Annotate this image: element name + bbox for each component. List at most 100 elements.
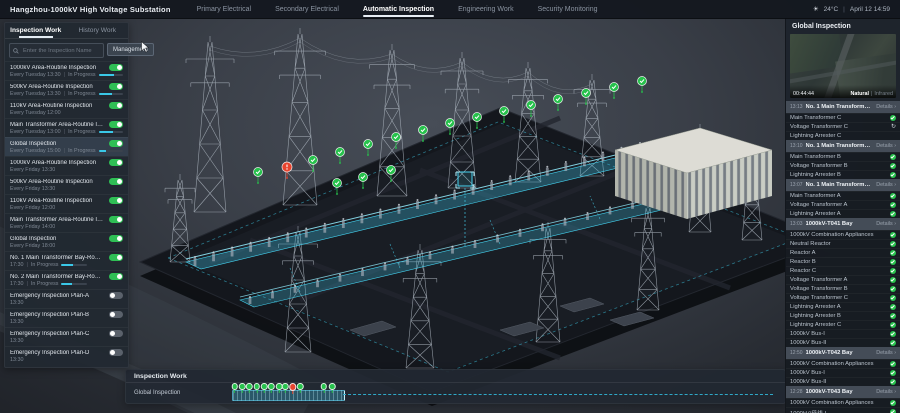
ok-marker[interactable] xyxy=(609,82,619,100)
inspection-enable-toggle[interactable] xyxy=(109,311,123,318)
nav-item-automatic-inspection[interactable]: Automatic Inspection xyxy=(362,0,435,18)
inspection-enable-toggle[interactable] xyxy=(109,140,123,147)
device-row[interactable]: Main Transformer A xyxy=(786,191,900,200)
inspection-list-item[interactable]: Emergency Inspection Plan-D 13:30 xyxy=(5,346,128,365)
device-row[interactable]: 1000kV Combination Appliances xyxy=(786,398,900,407)
device-row[interactable]: Lightning Arrester B xyxy=(786,170,900,179)
video-mode-toggle[interactable]: Natural | Infrared xyxy=(850,91,893,97)
ok-marker[interactable] xyxy=(637,76,647,94)
inspection-video-thumbnail[interactable]: 00:44:44 Natural | Infrared xyxy=(790,34,896,98)
inspection-list-item[interactable]: Global Inspection Every Friday 18:00 xyxy=(5,232,128,251)
device-row[interactable]: 1000kV Bus-II xyxy=(786,377,900,386)
device-row[interactable]: 1000kV Bus-II xyxy=(786,338,900,347)
device-row[interactable]: 1000kV/母线-I xyxy=(786,407,900,413)
device-row[interactable]: Voltage Transformer B xyxy=(786,284,900,293)
timeline-ok-pin[interactable] xyxy=(281,383,289,393)
ok-marker[interactable] xyxy=(363,139,373,157)
inspection-enable-toggle[interactable] xyxy=(109,178,123,185)
inspection-enable-toggle[interactable] xyxy=(109,83,123,90)
inspection-enable-toggle[interactable] xyxy=(109,254,123,261)
inspection-list-item[interactable]: Main Transformer Area-Routine Inspection… xyxy=(5,118,128,137)
timeline-ok-pin[interactable] xyxy=(239,383,246,393)
inspection-list-item[interactable]: 500kV Area-Routine Inspection Every Frida… xyxy=(5,175,128,194)
timeline-ok-pin[interactable] xyxy=(268,383,275,393)
device-row[interactable]: Main Transformer C xyxy=(786,113,900,122)
inspection-list-item[interactable]: Global Inspection Every Tuesday 15:00 | In … xyxy=(5,137,128,156)
inspection-list-item[interactable]: No. 2 Main Transformer Bay-Routine Inspe… xyxy=(5,270,128,289)
device-row[interactable]: 1000kV Bus-I xyxy=(786,368,900,377)
nav-item-secondary-electrical[interactable]: Secondary Electrical xyxy=(275,0,339,18)
group-details-link[interactable]: Details › xyxy=(876,221,896,227)
inspection-enable-toggle[interactable] xyxy=(109,216,123,223)
device-row[interactable]: Main Transformer B xyxy=(786,152,900,161)
inspection-enable-toggle[interactable] xyxy=(109,235,123,242)
inspection-list-item[interactable]: Main Transformer Area-Routine Inspection… xyxy=(5,213,128,232)
group-details-link[interactable]: Details › xyxy=(876,182,896,188)
inspection-enable-toggle[interactable] xyxy=(109,292,123,299)
timeline-ok-pin[interactable] xyxy=(296,383,304,393)
device-row[interactable]: Voltage Transformer C xyxy=(786,293,900,302)
device-row[interactable]: 1000kV Bus-I xyxy=(786,329,900,338)
inspection-enable-toggle[interactable] xyxy=(109,64,123,71)
group-details-link[interactable]: Details › xyxy=(876,350,896,356)
group-details-link[interactable]: Details › xyxy=(876,143,896,149)
ok-marker[interactable] xyxy=(253,167,263,185)
device-row[interactable]: Reactor A xyxy=(786,248,900,257)
device-row[interactable]: Reactor C xyxy=(786,266,900,275)
timeline-track[interactable] xyxy=(231,383,773,402)
device-row[interactable]: Voltage Transformer B xyxy=(786,161,900,170)
nav-item-security-monitoring[interactable]: Security Monitoring xyxy=(538,0,598,18)
tab-inspection-work[interactable]: Inspection Work xyxy=(5,23,67,38)
device-row[interactable]: Lightning Arrester A xyxy=(786,209,900,218)
inspection-list-item[interactable]: 1000kV Area-Routine Inspection Every Tues… xyxy=(5,61,128,80)
device-row[interactable]: Voltage Transformer A xyxy=(786,275,900,284)
device-row[interactable]: Reactor B xyxy=(786,257,900,266)
device-row[interactable]: 1000kV Combination Appliances xyxy=(786,230,900,239)
inspection-list-item[interactable]: No. 1 Main Transformer Bay-Routine Inspe… xyxy=(5,251,128,270)
timeline-ok-pin[interactable] xyxy=(253,383,261,393)
inspection-enable-toggle[interactable] xyxy=(109,102,123,109)
timeline-ok-pin[interactable] xyxy=(328,383,336,393)
ok-marker[interactable] xyxy=(308,155,318,173)
ok-marker[interactable] xyxy=(335,147,345,165)
device-row[interactable]: Lightning Arrester B xyxy=(786,311,900,320)
inspection-enable-toggle[interactable] xyxy=(109,197,123,204)
alert-marker[interactable] xyxy=(281,161,293,179)
inspection-list-item[interactable]: 110kV Area-Routine Inspection Every Tuesd… xyxy=(5,99,128,118)
inspection-enable-toggle[interactable] xyxy=(109,330,123,337)
inspection-list-item[interactable]: Emergency Inspection Plan-C 13:30 xyxy=(5,327,128,346)
device-row[interactable]: 1000kV Combination Appliances xyxy=(786,359,900,368)
nav-item-engineering-work[interactable]: Engineering Work xyxy=(458,0,514,18)
device-row[interactable]: Lightning Arrester C xyxy=(786,320,900,329)
inspection-enable-toggle[interactable] xyxy=(109,159,123,166)
inspection-list-item[interactable]: 1000kV Area-Routine Inspection Every Frid… xyxy=(5,156,128,175)
tab-history-work[interactable]: History Work xyxy=(67,23,129,38)
inspection-enable-toggle[interactable] xyxy=(109,121,123,128)
management-button[interactable]: Management xyxy=(107,43,155,56)
timeline-ok-pin[interactable] xyxy=(231,383,238,393)
timeline-ok-pin[interactable] xyxy=(261,383,268,393)
device-row[interactable]: Voltage Transformer A xyxy=(786,200,900,209)
device-row[interactable]: Neutral Reactor xyxy=(786,239,900,248)
substation-3d-scene[interactable] xyxy=(0,0,900,413)
nav-item-primary-electrical[interactable]: Primary Electrical xyxy=(197,0,251,18)
ok-marker[interactable] xyxy=(553,94,563,112)
inspection-list-item[interactable]: 110kV Area-Routine Inspection Every Frida… xyxy=(5,194,128,213)
group-details-link[interactable]: Details › xyxy=(876,389,896,395)
device-row[interactable]: Voltage Transformer C ↻ xyxy=(786,122,900,131)
inspection-list-item[interactable]: Emergency Inspection Plan-A 13:30 xyxy=(5,289,128,308)
device-row[interactable]: Lightning Arrester A xyxy=(786,302,900,311)
search-box[interactable] xyxy=(9,43,104,58)
inspection-list-item[interactable]: Emergency Inspection Plan-B 13:30 xyxy=(5,308,128,327)
search-input[interactable] xyxy=(21,46,100,55)
timeline-alert-pin[interactable] xyxy=(288,383,297,394)
inspection-enable-toggle[interactable] xyxy=(109,349,123,356)
timeline-ok-pin[interactable] xyxy=(246,383,253,393)
mode-infrared[interactable]: Infrared xyxy=(874,91,893,97)
timeline-ok-pin[interactable] xyxy=(320,383,328,393)
inspection-list-item[interactable]: 500kV Area-Routine Inspection Every Tuesd… xyxy=(5,80,128,99)
ok-marker[interactable] xyxy=(581,88,591,106)
group-details-link[interactable]: Details › xyxy=(876,104,896,110)
mode-natural[interactable]: Natural xyxy=(850,91,869,97)
device-row[interactable]: Lightning Arrester C xyxy=(786,131,900,140)
